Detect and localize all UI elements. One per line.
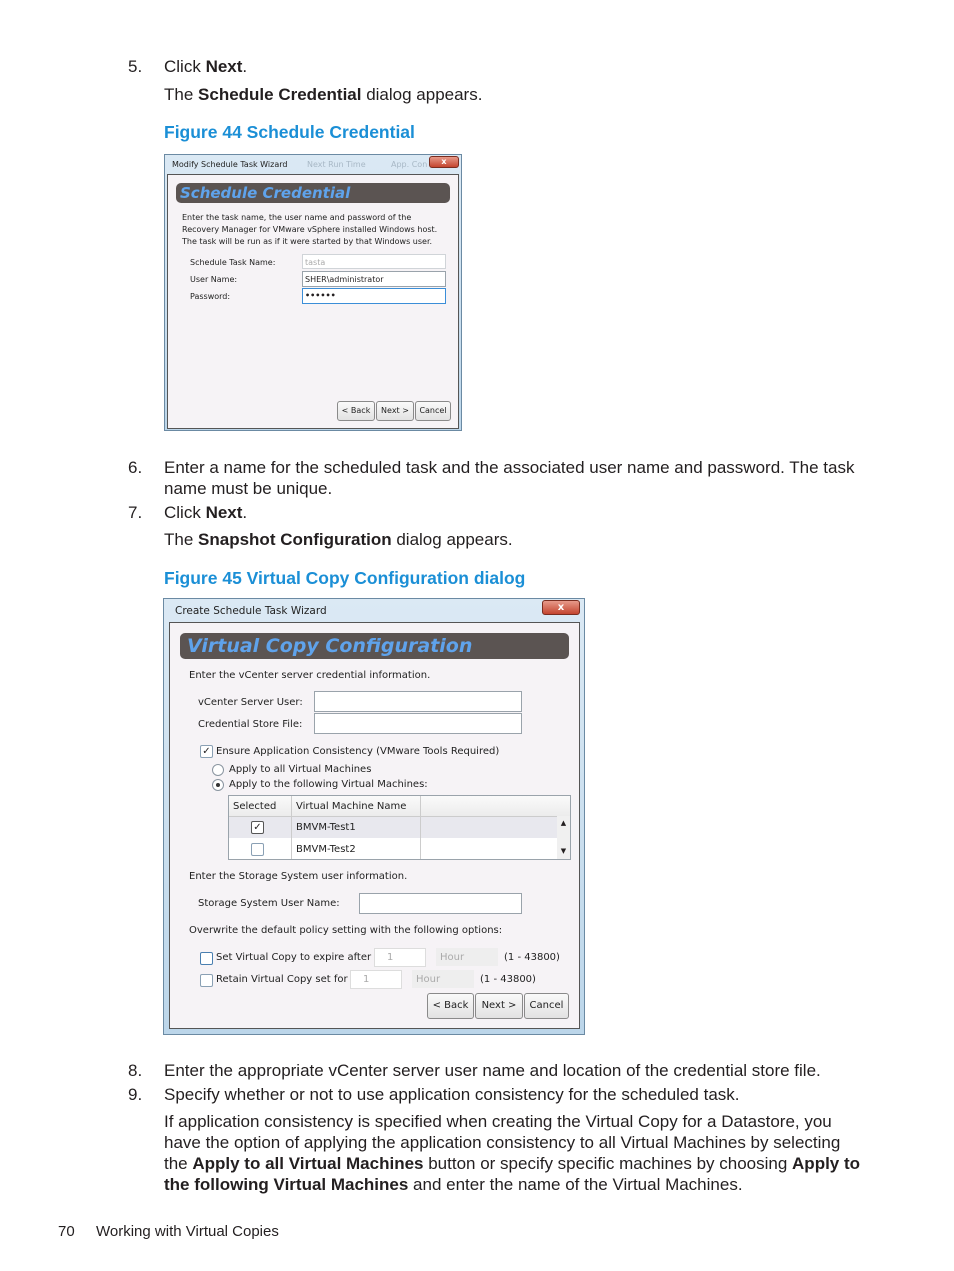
vm-name: BMVM-Test2 xyxy=(296,844,356,855)
back-button[interactable]: < Back xyxy=(337,401,375,421)
page-header: Schedule Credential xyxy=(176,183,450,203)
step-number: 6. xyxy=(128,458,143,477)
storage-user-input[interactable] xyxy=(359,893,522,914)
step-6-text-cont: name must be unique. xyxy=(164,479,333,498)
step-7-result: The Snapshot Configuration dialog appear… xyxy=(164,530,513,549)
task-name-label: Schedule Task Name: xyxy=(190,258,276,267)
column-divider xyxy=(420,796,421,859)
footer-section-title: Working with Virtual Copies xyxy=(96,1223,279,1240)
paragraph-line: If application consistency is specified … xyxy=(164,1112,832,1131)
paragraph-line: the following Virtual Machines and enter… xyxy=(164,1175,743,1194)
page-header: Virtual Copy Configuration xyxy=(180,633,569,659)
credential-store-input[interactable] xyxy=(314,713,522,734)
cancel-button[interactable]: Cancel xyxy=(524,993,569,1019)
row-select-checkbox[interactable] xyxy=(251,843,264,856)
table-row[interactable]: ✓ BMVM-Test1 xyxy=(229,817,557,838)
radio-apply-following[interactable] xyxy=(212,779,224,791)
step-number: 7. xyxy=(128,503,143,522)
description-line: Enter the task name, the user name and p… xyxy=(182,213,412,222)
virtual-copy-configuration-dialog: Create Schedule Task Wizard x Virtual Co… xyxy=(163,598,585,1035)
user-name-label: User Name: xyxy=(190,275,238,284)
ensure-consistency-checkbox[interactable]: ✓ xyxy=(200,745,213,758)
dialog-panel: Virtual Copy Configuration Enter the vCe… xyxy=(169,622,580,1029)
credential-store-label: Credential Store File: xyxy=(198,719,303,730)
table-scrollbar[interactable]: ▲ ▼ xyxy=(557,816,570,859)
column-header-vm-name[interactable]: Virtual Machine Name xyxy=(296,801,406,812)
figure-45-caption: Figure 45 Virtual Copy Configuration dia… xyxy=(164,568,526,588)
column-divider xyxy=(291,796,292,859)
vm-table: Selected Virtual Machine Name ✓ BMVM-Tes… xyxy=(228,795,571,860)
step-5-result: The Schedule Credential dialog appears. xyxy=(164,85,483,104)
step-number: 9. xyxy=(128,1085,143,1104)
dialog-title: Modify Schedule Task Wizard xyxy=(172,160,288,169)
back-button[interactable]: < Back xyxy=(427,993,474,1019)
retain-unit-dropdown[interactable]: Hour xyxy=(412,970,474,988)
step-6-text: Enter a name for the scheduled task and … xyxy=(164,458,855,477)
page-number: 70 xyxy=(58,1223,75,1240)
vcenter-intro: Enter the vCenter server credential info… xyxy=(189,670,431,681)
paragraph-line: the Apply to all Virtual Machines button… xyxy=(164,1154,861,1173)
close-button[interactable]: x xyxy=(429,156,459,168)
description-line: Recovery Manager for VMware vSphere inst… xyxy=(182,225,438,234)
password-input[interactable]: •••••• xyxy=(302,288,446,304)
cancel-button[interactable]: Cancel xyxy=(415,401,451,421)
expire-label: Set Virtual Copy to expire after xyxy=(216,952,372,963)
storage-user-label: Storage System User Name: xyxy=(198,898,340,909)
expire-checkbox[interactable] xyxy=(200,952,213,965)
password-label: Password: xyxy=(190,292,231,301)
next-button[interactable]: Next > xyxy=(475,993,523,1019)
paragraph-line: have the option of applying the applicat… xyxy=(164,1133,841,1152)
schedule-credential-dialog: Modify Schedule Task Wizard Next Run Tim… xyxy=(164,154,462,431)
vm-name: BMVM-Test1 xyxy=(296,822,356,833)
expire-range: (1 - 43800) xyxy=(504,952,560,963)
storage-intro: Enter the Storage System user informatio… xyxy=(189,871,408,882)
close-button[interactable]: x xyxy=(542,600,580,615)
tab-next-run-time[interactable]: Next Run Time xyxy=(307,160,366,169)
ensure-consistency-label: Ensure Application Consistency (VMware T… xyxy=(216,746,500,757)
retain-range: (1 - 43800) xyxy=(480,974,536,985)
step-9-text: Specify whether or not to use applicatio… xyxy=(164,1085,740,1104)
retain-checkbox[interactable] xyxy=(200,974,213,987)
description-line: The task will be run as if it were start… xyxy=(182,237,433,246)
tab-app-con[interactable]: App. Con xyxy=(391,160,427,169)
figure-44-caption: Figure 44 Schedule Credential xyxy=(164,122,415,142)
radio-apply-all-label: Apply to all Virtual Machines xyxy=(229,764,372,775)
radio-apply-following-label: Apply to the following Virtual Machines: xyxy=(229,779,428,790)
retain-value-spinner[interactable]: 1 xyxy=(350,970,402,989)
column-header-selected[interactable]: Selected xyxy=(233,801,276,812)
vcenter-user-label: vCenter Server User: xyxy=(198,697,303,708)
dialog-panel: Schedule Credential Enter the task name,… xyxy=(167,174,459,429)
step-5-text: Click Next. xyxy=(164,57,248,76)
expire-value-spinner[interactable]: 1 xyxy=(374,948,426,967)
user-name-input[interactable]: SHER\administrator xyxy=(302,271,446,287)
row-select-checkbox[interactable]: ✓ xyxy=(251,821,264,834)
vcenter-user-input[interactable] xyxy=(314,691,522,712)
step-number: 5. xyxy=(128,57,143,76)
table-row[interactable]: BMVM-Test2 xyxy=(229,839,557,859)
retain-label: Retain Virtual Copy set for xyxy=(216,974,348,985)
step-7-text: Click Next. xyxy=(164,503,248,522)
dialog-title: Create Schedule Task Wizard xyxy=(175,605,327,617)
task-name-input[interactable]: tasta xyxy=(302,254,446,269)
step-number: 8. xyxy=(128,1061,143,1080)
next-button[interactable]: Next > xyxy=(376,401,414,421)
document-page: 5. Click Next. The Schedule Credential d… xyxy=(0,0,954,1271)
step-8-text: Enter the appropriate vCenter server use… xyxy=(164,1061,821,1080)
overwrite-intro: Overwrite the default policy setting wit… xyxy=(189,925,503,936)
radio-apply-all[interactable] xyxy=(212,764,224,776)
table-header: Selected Virtual Machine Name xyxy=(229,796,570,817)
expire-unit-dropdown[interactable]: Hour xyxy=(436,948,498,966)
